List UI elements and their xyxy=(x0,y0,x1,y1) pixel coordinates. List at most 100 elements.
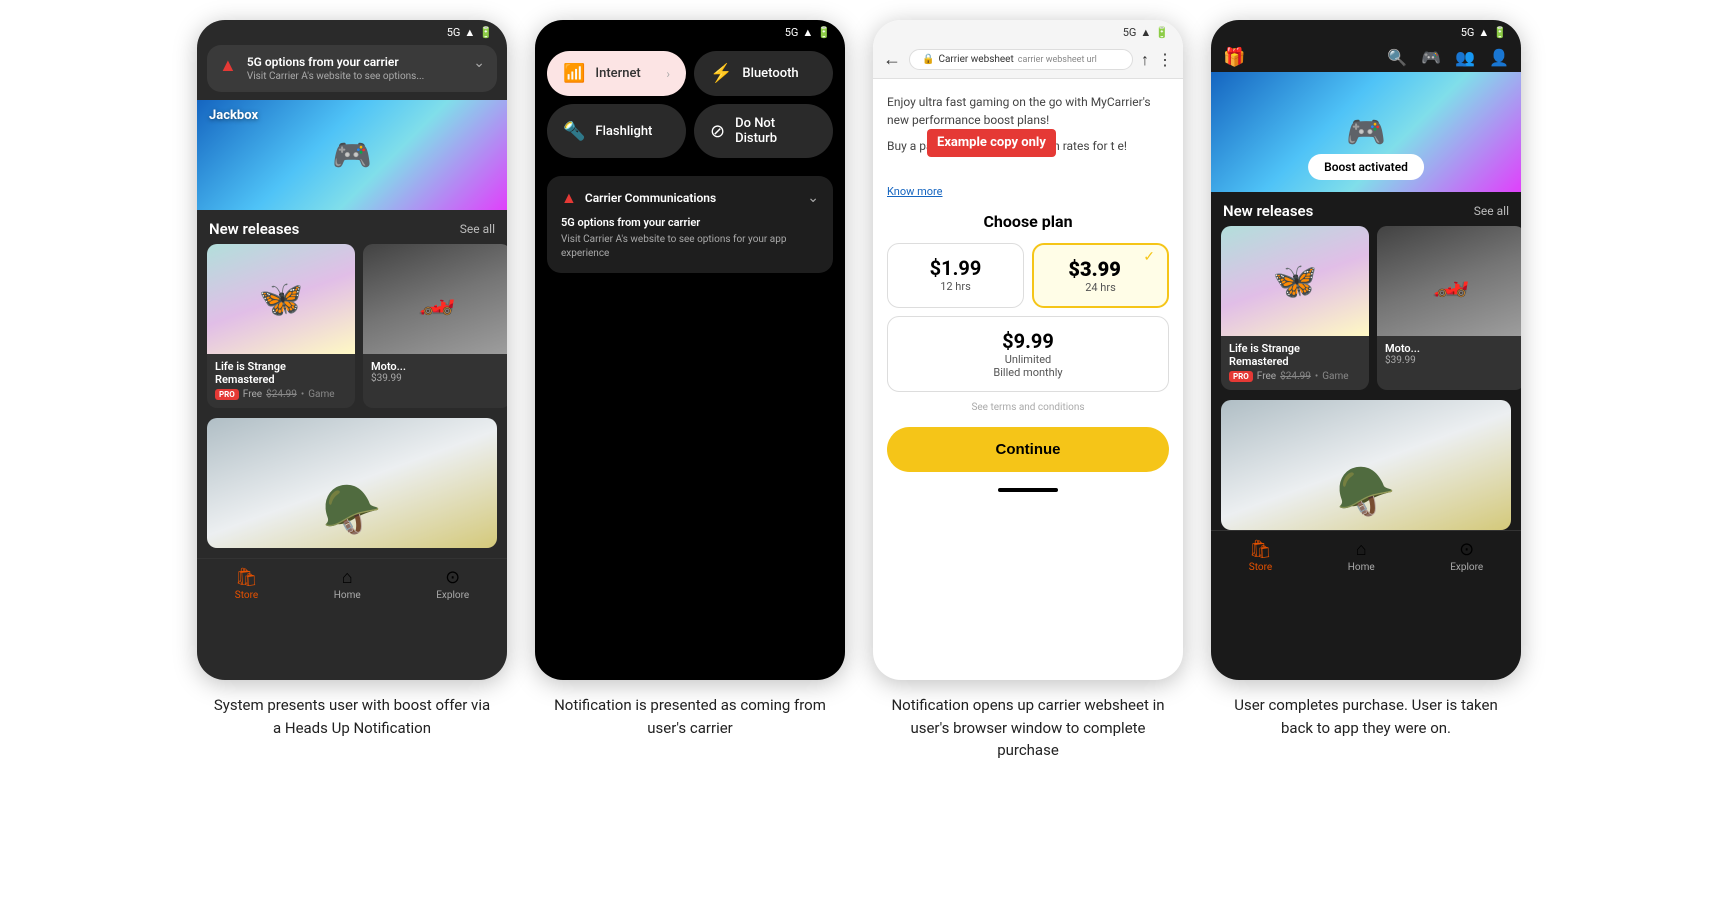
game-title-1: Life is Strange Remastered xyxy=(215,360,347,386)
know-more-link[interactable]: Know more xyxy=(887,185,1169,198)
plan-billing-label: Billed monthly xyxy=(900,366,1156,379)
caption-2: Notification is presented as coming from… xyxy=(550,694,830,739)
nav-home-1[interactable]: ⌂ Home xyxy=(334,567,361,601)
game-price-free-4: Free xyxy=(1257,371,1276,382)
back-button[interactable]: ← xyxy=(883,49,901,70)
battery-icon-2: 🔋 xyxy=(817,26,831,39)
plan-duration-24: 24 hrs xyxy=(1046,281,1155,294)
plan-price-999: $9.99 xyxy=(900,329,1156,353)
game-meta-1: PRO Free $24.99 • Game xyxy=(215,389,347,400)
nav-explore-4[interactable]: ⊙ Explore xyxy=(1450,539,1483,573)
browser-bar: ← 🔒 Carrier websheet carrier websheet ur… xyxy=(873,41,1183,79)
more-options-icon[interactable]: ⋮ xyxy=(1157,50,1173,69)
carrier-header: ▲ Carrier Communications ⌄ xyxy=(561,188,819,208)
url-bar[interactable]: 🔒 Carrier websheet carrier websheet url xyxy=(909,49,1133,70)
screen3-column: 5G ▲ 🔋 ← 🔒 Carrier websheet carrier webs… xyxy=(868,20,1188,762)
plan-unlimited-label: Unlimited xyxy=(900,353,1156,366)
chevron-down-icon-1: ⌄ xyxy=(473,55,485,71)
large-game-card-4[interactable]: 🪖 xyxy=(1221,400,1511,530)
nav-store-1[interactable]: 🛍 Store xyxy=(235,567,258,601)
store-icon-1: 🛍 xyxy=(235,567,258,588)
carrier-chevron-icon: ⌄ xyxy=(807,190,819,206)
screen4-column: 5G ▲ 🔋 🎁 🔍 🎮 👥 👤 🎮 Boost activated xyxy=(1206,20,1526,739)
check-icon-399: ✓ xyxy=(1143,249,1155,265)
plan-card-999[interactable]: $9.99 Unlimited Billed monthly xyxy=(887,316,1169,392)
game-cards-row-1: 🦋 Life is Strange Remastered PRO Free $2… xyxy=(197,244,507,408)
websheet-body: Enjoy ultra fast gaming on the go with M… xyxy=(873,79,1183,506)
bluetooth-tile[interactable]: ⚡ Bluetooth xyxy=(694,51,833,96)
game-title-4: Life is Strange Remastered xyxy=(1229,342,1361,368)
internet-label: Internet xyxy=(595,66,640,81)
screen1-column: 5G ▲ 🔋 ▲ 5G options from your carrier Vi… xyxy=(192,20,512,739)
gift-icon-4: 🎁 xyxy=(1223,47,1245,68)
gamepad-icon-4[interactable]: 🎮 xyxy=(1421,48,1441,67)
explore-icon-1: ⊙ xyxy=(445,567,460,588)
status-bar-4: 5G ▲ 🔋 xyxy=(1211,20,1521,41)
game-card-moto-1[interactable]: 🏎️ Moto... $39.99 xyxy=(363,244,507,408)
promo-text-2: Buy a pass to enjoy ultra fast g n rates… xyxy=(887,137,1169,155)
new-releases-header-4: New releases See all xyxy=(1211,192,1521,226)
see-all-link-4[interactable]: See all xyxy=(1474,204,1509,218)
terms-link[interactable]: See terms and conditions xyxy=(887,402,1169,413)
caption-4: User completes purchase. User is taken b… xyxy=(1226,694,1506,739)
see-all-link-1[interactable]: See all xyxy=(460,222,495,236)
signal-icon-2: ▲ xyxy=(802,26,813,39)
carrier-msg-title: 5G options from your carrier xyxy=(561,216,819,229)
search-icon-4[interactable]: 🔍 xyxy=(1387,48,1407,67)
signal-icon-1: ▲ xyxy=(464,26,475,39)
internet-tile[interactable]: 📶 Internet › xyxy=(547,51,686,96)
lock-icon: 🔒 xyxy=(922,54,934,65)
url-site-title: Carrier websheet xyxy=(938,54,1013,65)
new-releases-header-1: New releases See all xyxy=(197,210,507,244)
plan-card-399[interactable]: ✓ $3.99 24 hrs xyxy=(1032,243,1169,308)
game-card-moto-4[interactable]: 🏎️ Moto... $39.99 xyxy=(1377,226,1521,390)
pro-badge-1: PRO xyxy=(215,389,239,400)
people-icon-4[interactable]: 👥 xyxy=(1455,48,1475,67)
notif-title-1: 5G options from your carrier xyxy=(247,55,463,69)
large-game-card-1[interactable]: 🪖 xyxy=(207,418,497,548)
screen2-phone: 5G ▲ 🔋 📶 Internet › ⚡ Bluetooth 🔦 Flashl… xyxy=(535,20,845,680)
flashlight-tile[interactable]: 🔦 Flashlight xyxy=(547,104,686,158)
game-meta-4: PRO Free $24.99 • Game xyxy=(1229,371,1361,382)
carrier-title: Carrier Communications xyxy=(585,191,716,205)
nav-home-4[interactable]: ⌂ Home xyxy=(1348,539,1375,573)
do-not-disturb-tile[interactable]: ⊘ Do Not Disturb xyxy=(694,104,833,158)
continue-button[interactable]: Continue xyxy=(887,427,1169,472)
bottom-bar-3 xyxy=(998,488,1058,492)
game-title-moto-1: Moto... xyxy=(371,360,503,373)
carrier-icon-1: ▲ xyxy=(219,55,237,76)
caption-1: System presents user with boost offer vi… xyxy=(212,694,492,739)
nav-home-label-4: Home xyxy=(1348,562,1375,573)
nav-explore-1[interactable]: ⊙ Explore xyxy=(436,567,469,601)
notification-card-1[interactable]: ▲ 5G options from your carrier Visit Car… xyxy=(207,45,497,92)
status-bar-2: 5G ▲ 🔋 xyxy=(535,20,845,41)
game-card-life-strange-4[interactable]: 🦋 Life is Strange Remastered PRO Free $2… xyxy=(1221,226,1369,390)
battery-icon-3: 🔋 xyxy=(1155,26,1169,39)
flashlight-label: Flashlight xyxy=(595,124,652,139)
nav-store-4[interactable]: 🛍 Store xyxy=(1249,539,1272,573)
explore-icon-4: ⊙ xyxy=(1459,539,1474,560)
example-copy-badge: Example copy only xyxy=(927,129,1056,157)
plan-card-199[interactable]: $1.99 12 hrs xyxy=(887,243,1024,308)
url-address: carrier websheet url xyxy=(1018,55,1097,65)
top-icons-4: 🔍 🎮 👥 👤 xyxy=(1387,48,1509,67)
carrier-msg-body: Visit Carrier A's website to see options… xyxy=(561,233,819,261)
status-5g-3: 5G xyxy=(1123,26,1137,39)
dnd-icon: ⊘ xyxy=(710,121,725,142)
home-icon-1: ⌂ xyxy=(342,567,353,588)
profile-icon-4[interactable]: 👤 xyxy=(1489,48,1509,67)
carrier-signal-icon: ▲ xyxy=(561,188,577,208)
banner-4: 🎮 Boost activated xyxy=(1211,72,1521,192)
plan-price-199: $1.99 xyxy=(900,256,1011,280)
game-price-moto-4: $39.99 xyxy=(1385,355,1517,366)
carrier-notification-card[interactable]: ▲ Carrier Communications ⌄ 5G options fr… xyxy=(547,176,833,273)
nav-explore-label-1: Explore xyxy=(436,590,469,601)
game-card-life-strange-1[interactable]: 🦋 Life is Strange Remastered PRO Free $2… xyxy=(207,244,355,408)
chevron-right-icon: › xyxy=(666,67,670,81)
soldier-image-4: 🪖 xyxy=(1336,463,1396,520)
game-info-moto-4: Moto... $39.99 xyxy=(1377,336,1521,374)
share-icon[interactable]: ↑ xyxy=(1141,50,1149,70)
game-image-moto-4: 🏎️ xyxy=(1377,226,1521,336)
bottom-nav-1: 🛍 Store ⌂ Home ⊙ Explore xyxy=(197,558,507,611)
caption-3: Notification opens up carrier websheet i… xyxy=(888,694,1168,762)
